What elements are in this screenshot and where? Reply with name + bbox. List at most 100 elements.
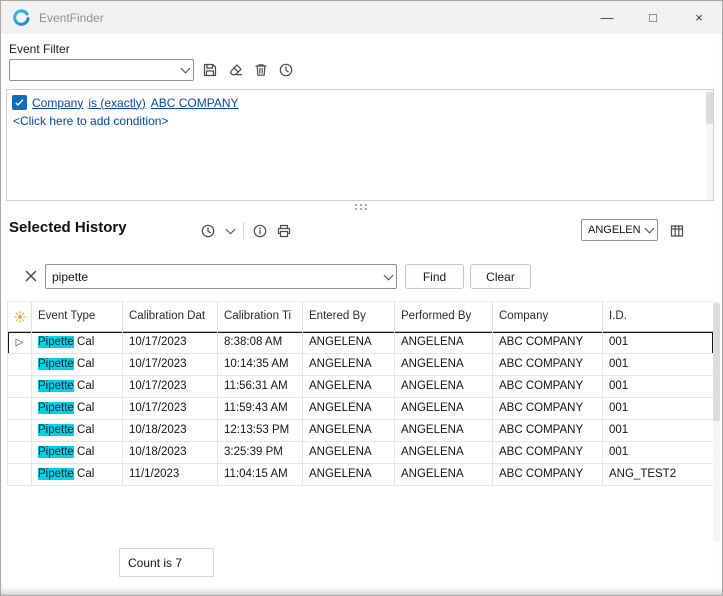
cell-calibration-time: 3:25:39 PM [218,442,303,464]
column-header-performed-by[interactable]: Performed By [395,302,493,332]
table-row[interactable]: Pipette Cal10/17/202311:56:31 AMANGELENA… [7,376,713,398]
cell-performed-by: ANGELENA [395,442,493,464]
header-indicator-cell[interactable] [8,302,32,332]
condition-row: Company is (exactly) ABC COMPANY [7,90,713,110]
cell-company: ABC COMPANY [493,332,603,354]
cell-entered-by: ANGELENA [303,398,395,420]
maximize-button[interactable]: □ [630,1,676,34]
cell-calibration-date: 10/18/2023 [123,420,218,442]
x-icon [23,268,39,284]
condition-operator-link[interactable]: is (exactly) [88,96,145,110]
search-combo[interactable] [45,264,397,289]
cell-event-type: Pipette Cal [32,442,123,464]
column-header-calibration-ti[interactable]: Calibration Ti [218,302,303,332]
column-header-calibration-dat[interactable]: Calibration Dat [123,302,218,332]
table-row[interactable]: Pipette Cal10/18/20233:25:39 PMANGELENAA… [7,442,713,464]
condition-panel: Company is (exactly) ABC COMPANY <Click … [6,89,714,201]
cell-performed-by: ANGELENA [395,332,493,354]
clock-icon [278,62,294,78]
table-row[interactable]: Pipette Cal11/1/202311:04:15 AMANGELENAA… [7,464,713,486]
scrollbar-thumb[interactable] [706,92,713,124]
cell-performed-by: ANGELENA [395,420,493,442]
cell-calibration-date: 10/17/2023 [123,354,218,376]
table-row[interactable]: Pipette Cal10/18/202312:13:53 PMANGELENA… [7,420,713,442]
row-indicator: ▷ [8,332,32,354]
cell-calibration-date: 10/17/2023 [123,376,218,398]
eraser-icon [228,62,244,78]
filter-history-button[interactable] [275,59,297,81]
clear-button[interactable]: Clear [470,264,531,289]
cell-performed-by: ANGELENA [395,398,493,420]
cell-company: ABC COMPANY [493,420,603,442]
field-chooser-button[interactable] [666,220,688,242]
filter-combo[interactable] [9,59,194,81]
column-header-entered-by[interactable]: Entered By [303,302,395,332]
cell-event-type: Pipette Cal [32,420,123,442]
trash-icon [253,62,269,78]
cell-event-type: Pipette Cal [32,464,123,486]
user-combo-value: ANGELENA [582,224,641,236]
table-row[interactable]: ▷Pipette Cal10/17/20238:38:08 AMANGELENA… [7,332,713,354]
cell-calibration-date: 10/18/2023 [123,442,218,464]
chevron-down-icon [225,225,235,235]
printer-icon [276,223,292,239]
find-button[interactable]: Find [405,264,464,289]
column-header-event-type[interactable]: Event Type [32,302,123,332]
user-combo[interactable]: ANGELENA [581,219,658,241]
selected-history-title: Selected History [9,219,127,236]
event-filter-label: Event Filter [9,42,70,56]
splitter-handle[interactable] [1,202,722,213]
app-logo-icon [13,9,30,26]
cell-company: ABC COMPANY [493,376,603,398]
cell-calibration-time: 8:38:08 AM [218,332,303,354]
table-row[interactable]: Pipette Cal10/17/202310:14:35 AMANGELENA… [7,354,713,376]
cell-entered-by: ANGELENA [303,420,395,442]
count-text: Count is 7 [128,556,182,570]
close-button[interactable]: × [676,1,722,34]
panel-scrollbar[interactable] [706,90,713,200]
table-row[interactable]: Pipette Cal10/17/202311:59:43 AMANGELENA… [7,398,713,420]
cell-id: 001 [603,332,714,354]
grid-scrollbar[interactable] [713,301,720,541]
cell-entered-by: ANGELENA [303,332,395,354]
row-indicator [8,464,32,486]
condition-checkbox[interactable] [12,95,27,110]
column-header-company[interactable]: Company [493,302,603,332]
chevron-down-icon[interactable] [641,220,657,240]
condition-value-link[interactable]: ABC COMPANY [151,96,239,110]
row-indicator [8,442,32,464]
filter-combo-input[interactable] [10,63,177,77]
save-filter-button[interactable] [199,59,221,81]
history-dropdown-button[interactable] [219,220,241,242]
info-button[interactable] [249,220,271,242]
search-highlight: Pipette [38,468,74,480]
cell-performed-by: ANGELENA [395,354,493,376]
cell-calibration-time: 11:56:31 AM [218,376,303,398]
scrollbar-thumb[interactable] [713,303,720,421]
cell-company: ABC COMPANY [493,398,603,420]
column-header-i-d-[interactable]: I.D. [603,302,714,332]
cell-event-type: Pipette Cal [32,332,123,354]
cell-id: 001 [603,442,714,464]
titlebar: EventFinder — □ × [1,1,722,34]
search-highlight: Pipette [38,446,74,458]
minimize-button[interactable]: — [584,1,630,34]
add-condition-link[interactable]: <Click here to add condition> [7,110,713,128]
cell-id: 001 [603,398,714,420]
clear-search-button[interactable] [20,265,42,287]
print-button[interactable] [273,220,295,242]
delete-filter-button[interactable] [250,59,272,81]
window-title: EventFinder [39,11,104,25]
search-input[interactable] [46,270,380,284]
history-time-button[interactable] [197,220,219,242]
cell-entered-by: ANGELENA [303,354,395,376]
cell-company: ABC COMPANY [493,442,603,464]
chevron-down-icon[interactable] [380,265,396,288]
cell-company: ABC COMPANY [493,464,603,486]
condition-field-link[interactable]: Company [32,96,83,110]
clear-filter-button[interactable] [225,59,247,81]
chevron-down-icon[interactable] [177,60,193,80]
cell-calibration-time: 11:04:15 AM [218,464,303,486]
cell-entered-by: ANGELENA [303,442,395,464]
grip-dots-icon [355,204,368,211]
